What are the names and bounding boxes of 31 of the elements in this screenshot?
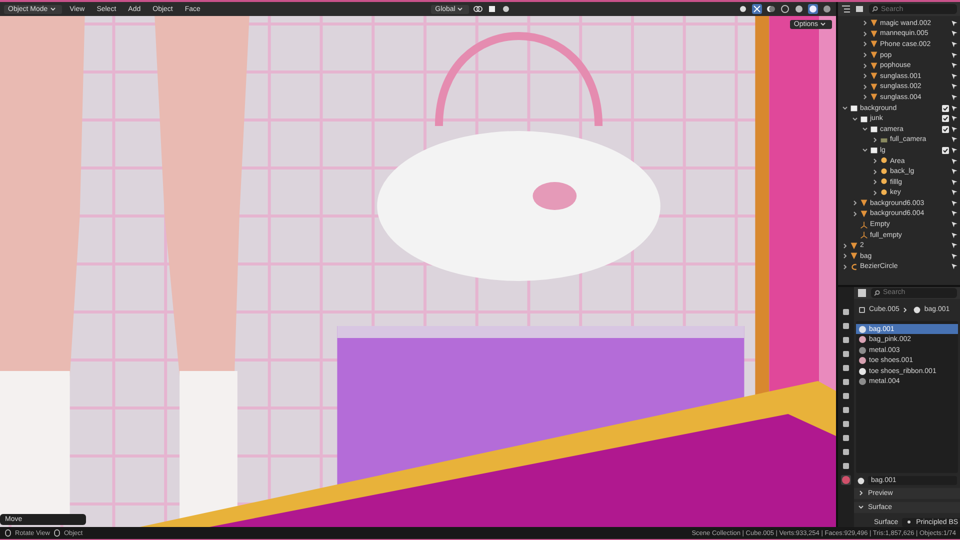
caret-icon <box>457 6 464 12</box>
axes-icon <box>860 231 868 240</box>
solid-shading-icon[interactable] <box>794 4 804 14</box>
chevron-icon <box>858 490 864 496</box>
camera-icon <box>880 136 888 144</box>
chevron-icon <box>858 504 864 510</box>
material-tab-icon[interactable] <box>841 475 851 485</box>
curve-icon <box>850 262 858 271</box>
gizmo-icon[interactable] <box>752 4 762 14</box>
caret-icon <box>820 21 826 28</box>
material-sphere-icon[interactable] <box>857 476 865 484</box>
checkbox[interactable] <box>942 115 949 122</box>
material-sphere-icon <box>913 306 922 314</box>
wireframe-shading-icon[interactable] <box>780 4 790 14</box>
caret-icon <box>50 6 56 12</box>
checkbox[interactable] <box>942 146 949 154</box>
axes-icon <box>860 220 868 229</box>
rendered-shading-icon[interactable] <box>822 4 832 14</box>
dot-icon <box>906 519 912 526</box>
overlay-icon[interactable] <box>766 4 776 14</box>
object-icon <box>858 306 866 314</box>
collection-icon <box>870 146 878 154</box>
breadcrumb-chevron-icon <box>902 306 908 313</box>
checkbox[interactable] <box>942 104 949 112</box>
material-shading-icon[interactable] <box>808 4 818 14</box>
checkbox[interactable] <box>942 126 949 133</box>
link-icon[interactable] <box>473 4 484 14</box>
mouse-icon <box>4 529 12 537</box>
search-icon <box>872 6 878 12</box>
mouse-icon <box>52 529 61 537</box>
search-icon <box>874 290 880 296</box>
